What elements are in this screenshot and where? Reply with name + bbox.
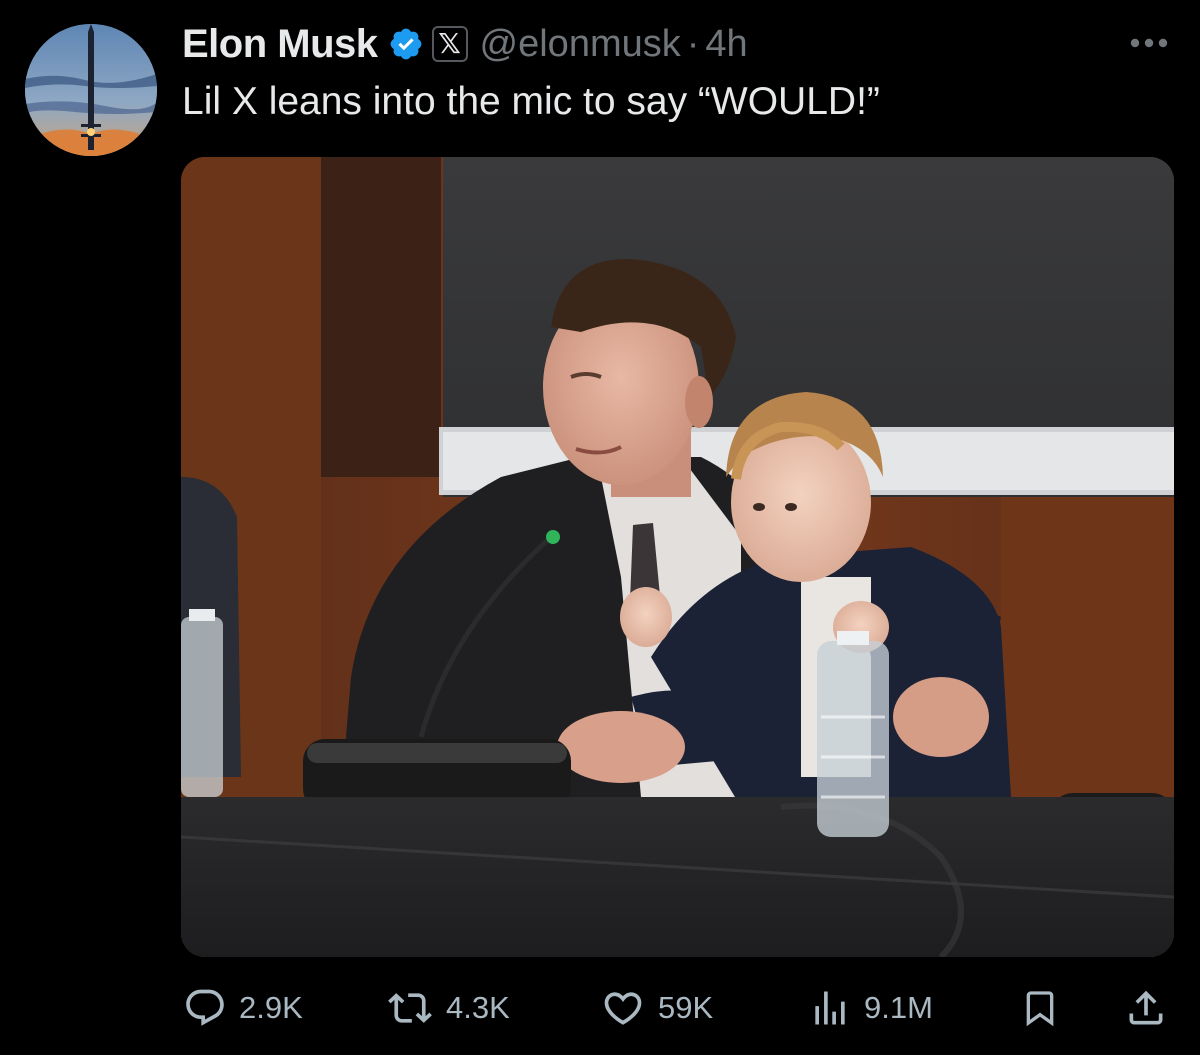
like-button[interactable]: 59K [600, 978, 713, 1038]
more-icon [1130, 38, 1168, 48]
timestamp[interactable]: 4h [705, 23, 747, 66]
bookmark-button[interactable] [1020, 978, 1060, 1038]
repost-icon [388, 993, 432, 1023]
like-count: 59K [658, 990, 714, 1025]
author-name[interactable]: Elon Musk [182, 22, 378, 67]
verified-badge-icon [388, 26, 424, 62]
tweet-photo[interactable] [181, 157, 1174, 957]
repost-count: 4.3K [446, 990, 510, 1025]
avatar[interactable] [25, 24, 157, 156]
action-bar: 2.9K 4.3K 59K 9.1M [0, 978, 1200, 1038]
reply-icon [186, 989, 224, 1026]
affiliation-badge[interactable]: 𝕏 [431, 26, 468, 62]
views-icon [815, 991, 845, 1025]
separator-dot: · [686, 22, 700, 65]
reply-count: 2.9K [239, 990, 303, 1025]
heart-icon [604, 992, 642, 1025]
share-button[interactable] [1124, 978, 1168, 1038]
views-button[interactable]: 9.1M [808, 978, 933, 1038]
repost-button[interactable]: 4.3K [386, 978, 510, 1038]
author-handle[interactable]: @elonmusk [480, 23, 681, 66]
bookmark-icon [1026, 991, 1054, 1027]
tweet-text: Lil X leans into the mic to say “WOULD!” [182, 80, 880, 123]
views-count: 9.1M [864, 990, 933, 1025]
more-button[interactable] [1126, 28, 1172, 58]
tweet-header: Elon Musk 𝕏 @elonmusk · 4h [182, 18, 748, 70]
reply-button[interactable]: 2.9K [183, 978, 303, 1038]
share-icon [1129, 990, 1163, 1025]
